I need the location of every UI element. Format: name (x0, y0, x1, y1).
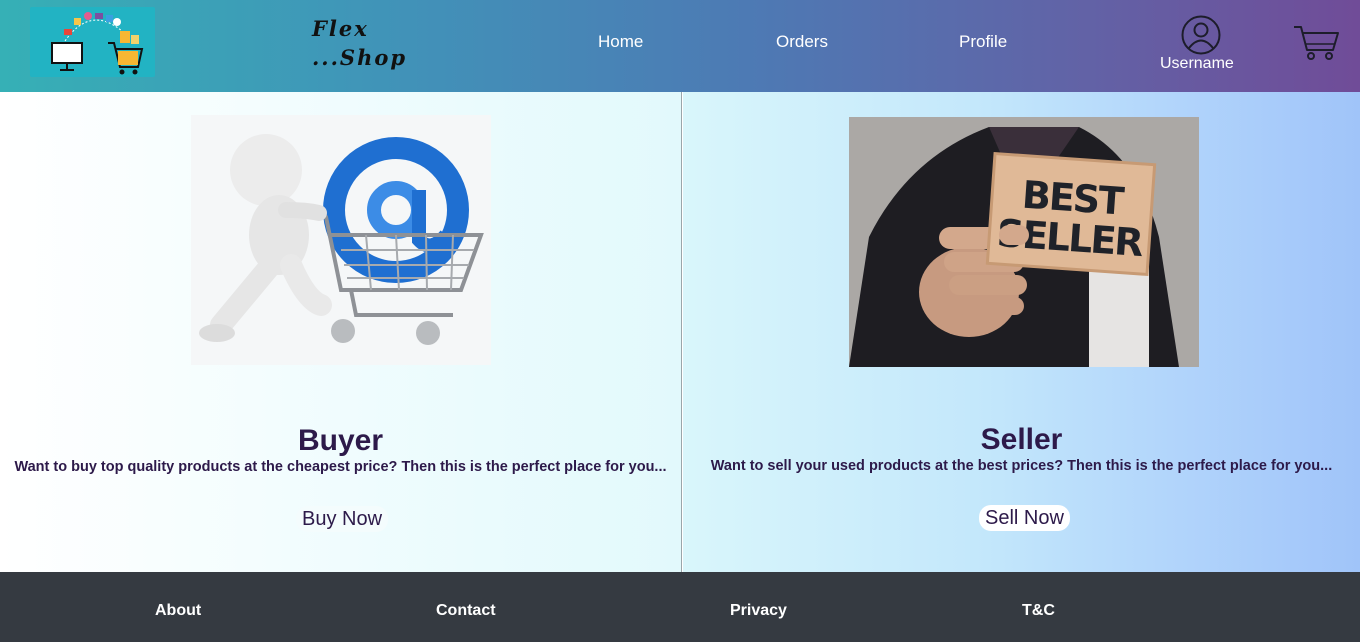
brand-line-1: Flex (312, 16, 369, 41)
username-label[interactable]: Username (1160, 55, 1234, 73)
nav-orders-link[interactable]: Orders (776, 32, 828, 52)
seller-description: Want to sell your used products at the b… (710, 458, 1333, 474)
footer-tc-link[interactable]: T&C (1022, 602, 1055, 620)
seller-card: BEST SELLER Seller Want to sell your use… (683, 92, 1360, 572)
brand-line-2: ...Shop (312, 45, 408, 70)
footer-privacy-link[interactable]: Privacy (730, 602, 787, 620)
user-avatar-icon[interactable] (1181, 15, 1221, 55)
shopping-cart-icon[interactable] (1292, 22, 1340, 62)
buyer-description: Want to buy top quality products at the … (14, 459, 667, 475)
seller-title: Seller (980, 423, 1063, 456)
footer-contact-link[interactable]: Contact (436, 602, 496, 620)
top-header: Flex ...Shop Home Orders Profile Usernam… (0, 0, 1360, 92)
footer-about-link[interactable]: About (155, 602, 201, 620)
brand-name[interactable]: Flex ...Shop (312, 14, 432, 72)
buyer-image (191, 115, 491, 365)
shopping-logo-icon (51, 12, 144, 75)
sell-now-button[interactable]: Sell Now (979, 505, 1070, 531)
seller-image: BEST SELLER (849, 117, 1199, 367)
nav-profile-link[interactable]: Profile (959, 32, 1007, 52)
nav-home-link[interactable]: Home (598, 32, 643, 52)
buyer-card: Buyer Want to buy top quality products a… (0, 92, 682, 572)
footer: About Contact Privacy T&C (0, 572, 1360, 642)
seller-illustration: BEST SELLER (849, 117, 1199, 367)
buyer-illustration (191, 115, 491, 365)
buy-now-button[interactable]: Buy Now (296, 506, 389, 532)
site-logo[interactable] (30, 7, 155, 77)
buyer-title: Buyer (297, 424, 384, 457)
